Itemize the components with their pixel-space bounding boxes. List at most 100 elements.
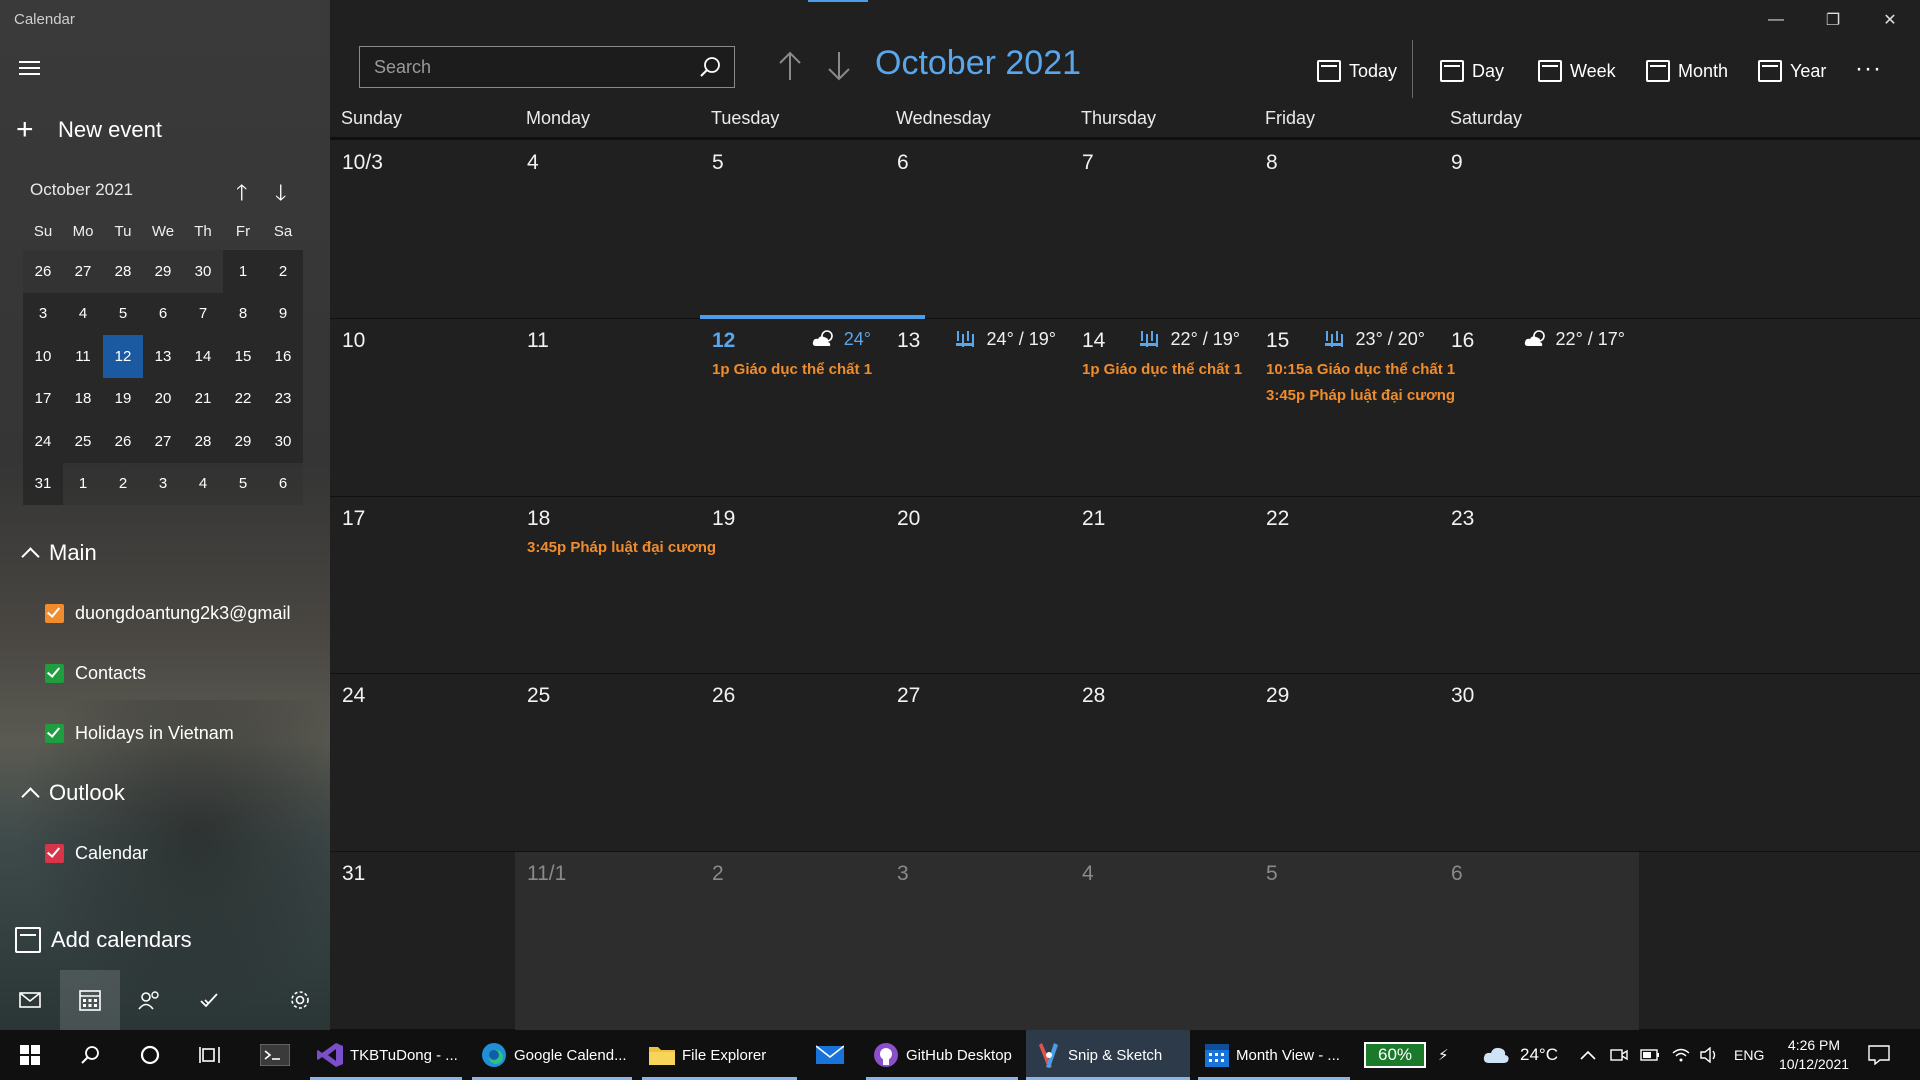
day-cell[interactable]: 15 23° / 20° 10:15a Giáo dục thể chất 1 3:4… [1254, 319, 1455, 497]
mini-calendar-day[interactable]: 30 [183, 250, 223, 293]
day-cell[interactable]: 22 [1254, 497, 1439, 675]
day-cell[interactable]: 10/3 [330, 141, 515, 319]
new-event-button[interactable]: + New event [16, 115, 162, 145]
day-cell[interactable]: 9 [1439, 141, 1639, 319]
weather-forecast[interactable]: 22° / 17° [1524, 329, 1625, 350]
day-cell[interactable]: 4 [515, 141, 700, 319]
clock[interactable]: 4:26 PM 10/12/2021 [1770, 1030, 1858, 1080]
previous-arrow-icon[interactable] [772, 48, 808, 84]
calendar-item-gmail[interactable]: duongdoantung2k3@gmail [45, 598, 290, 628]
today-button[interactable]: Today [1317, 56, 1397, 86]
mini-calendar-day[interactable]: 3 [143, 462, 183, 505]
task-view-icon[interactable] [180, 1030, 240, 1080]
day-cell[interactable]: 10 [330, 319, 515, 497]
mini-calendar-day[interactable]: 26 [23, 250, 63, 293]
mini-calendar-day[interactable]: 25 [63, 420, 103, 463]
mini-calendar-day[interactable]: 20 [143, 377, 183, 420]
day-cell[interactable]: 31 [330, 852, 515, 1030]
mini-calendar-day[interactable]: 7 [183, 292, 223, 335]
day-cell[interactable]: 28 [1070, 674, 1254, 852]
next-arrow-icon[interactable] [821, 48, 857, 84]
mini-calendar-day[interactable]: 4 [63, 292, 103, 335]
mini-calendar-day[interactable]: 8 [223, 292, 263, 335]
mail-icon[interactable] [0, 970, 60, 1030]
day-cell[interactable]: 18 3:45p Pháp luật đại cương [515, 497, 716, 675]
mini-calendar-day[interactable]: 23 [263, 377, 303, 420]
day-cell[interactable]: 11 [515, 319, 700, 497]
day-cell[interactable]: 6 [1439, 852, 1639, 1030]
checkbox[interactable] [45, 663, 64, 683]
mini-calendar-day[interactable]: 30 [263, 420, 303, 463]
mini-calendar-day[interactable]: 17 [23, 377, 63, 420]
taskbar-app-visual-studio[interactable]: TKBTuDong - ... [310, 1030, 462, 1080]
month-title[interactable]: October 2021 [875, 44, 1081, 83]
calendar-event[interactable]: 10:15a Giáo dục thể chất 1 [1266, 361, 1455, 378]
day-cell-today[interactable]: 12 24° 1p Giáo dục thể chất 1 [700, 314, 925, 497]
mini-calendar-month[interactable]: October 2021 [30, 180, 133, 200]
calendar-event[interactable]: 1p Giáo dục thể chất 1 [1082, 361, 1242, 378]
mini-calendar-day[interactable]: 6 [143, 292, 183, 335]
taskbar-app-calendar[interactable]: Month View - ... [1198, 1030, 1350, 1080]
checkbox[interactable] [45, 723, 64, 743]
calendar-event[interactable]: 3:45p Pháp luật đại cương [1266, 387, 1455, 404]
day-view-button[interactable]: Day [1440, 56, 1504, 86]
mini-calendar-day[interactable]: 1 [63, 462, 103, 505]
day-cell[interactable]: 19 [700, 497, 885, 675]
weather-forecast[interactable]: 22° / 19° [1139, 329, 1240, 350]
add-calendars-button[interactable]: Add calendars [15, 925, 192, 955]
minimize-icon[interactable]: — [1756, 8, 1796, 32]
taskbar-app-snip-sketch[interactable]: Snip & Sketch [1026, 1030, 1190, 1080]
restore-icon[interactable]: ❐ [1813, 8, 1853, 32]
day-cell[interactable]: 17 [330, 497, 515, 675]
calendar-item-contacts[interactable]: Contacts [45, 658, 146, 688]
next-month-arrow-icon[interactable]: 🡓 [275, 176, 286, 214]
mini-calendar-day[interactable]: 13 [143, 335, 183, 378]
taskbar-app-edge[interactable]: Google Calend... [472, 1030, 632, 1080]
group-outlook[interactable]: Outlook [20, 778, 125, 808]
day-cell[interactable]: 21 [1070, 497, 1254, 675]
mini-calendar-day[interactable]: 31 [23, 462, 63, 505]
mini-calendar-day[interactable]: 24 [23, 420, 63, 463]
settings-gear-icon[interactable] [270, 970, 330, 1030]
terminal-icon[interactable] [250, 1030, 300, 1080]
mini-calendar-day[interactable]: 3 [23, 292, 63, 335]
search-icon[interactable] [698, 55, 722, 79]
mini-calendar-day[interactable]: 28 [183, 420, 223, 463]
mini-calendar-day[interactable]: 2 [103, 462, 143, 505]
calendar-item-holidays[interactable]: Holidays in Vietnam [45, 718, 234, 748]
calendar-event[interactable]: 1p Giáo dục thể chất 1 [712, 361, 872, 378]
previous-month-arrow-icon[interactable]: 🡑 [236, 176, 247, 214]
mini-calendar-day[interactable]: 11 [63, 335, 103, 378]
mini-calendar-day[interactable]: 14 [183, 335, 223, 378]
calendar-icon[interactable] [60, 970, 120, 1030]
year-view-button[interactable]: Year [1758, 56, 1826, 86]
mini-calendar-day[interactable]: 18 [63, 377, 103, 420]
more-options-icon[interactable]: ··· [1855, 55, 1882, 83]
mini-calendar-day[interactable]: 10 [23, 335, 63, 378]
search-box[interactable] [359, 46, 735, 88]
day-cell[interactable]: 8 [1254, 141, 1439, 319]
mini-calendar-day[interactable]: 27 [63, 250, 103, 293]
mini-calendar-day[interactable]: 1 [223, 250, 263, 293]
day-cell[interactable]: 29 [1254, 674, 1439, 852]
day-cell[interactable]: 13 24° / 19° [885, 319, 1070, 497]
day-cell[interactable]: 5 [1254, 852, 1439, 1030]
weather-forecast[interactable]: 23° / 20° [1324, 329, 1425, 350]
mini-calendar-day[interactable]: 21 [183, 377, 223, 420]
mini-calendar-day[interactable]: 2 [263, 250, 303, 293]
week-view-button[interactable]: Week [1538, 56, 1616, 86]
mini-calendar-day[interactable]: 9 [263, 292, 303, 335]
search-input[interactable] [360, 47, 690, 87]
wifi-icon[interactable] [1672, 1030, 1690, 1080]
windows-start-icon[interactable] [0, 1030, 60, 1080]
mini-calendar-day[interactable]: 26 [103, 420, 143, 463]
language-indicator[interactable]: ENG [1734, 1030, 1764, 1080]
mini-calendar-day[interactable]: 15 [223, 335, 263, 378]
weather-widget[interactable]: 24°C [1482, 1030, 1558, 1080]
mini-calendar-day[interactable]: 5 [103, 292, 143, 335]
mini-calendar-day[interactable]: 16 [263, 335, 303, 378]
group-main[interactable]: Main [20, 538, 97, 568]
power-icon[interactable]: ⚡ [1438, 1030, 1449, 1080]
day-cell[interactable]: 30 [1439, 674, 1639, 852]
people-icon[interactable] [120, 970, 180, 1030]
